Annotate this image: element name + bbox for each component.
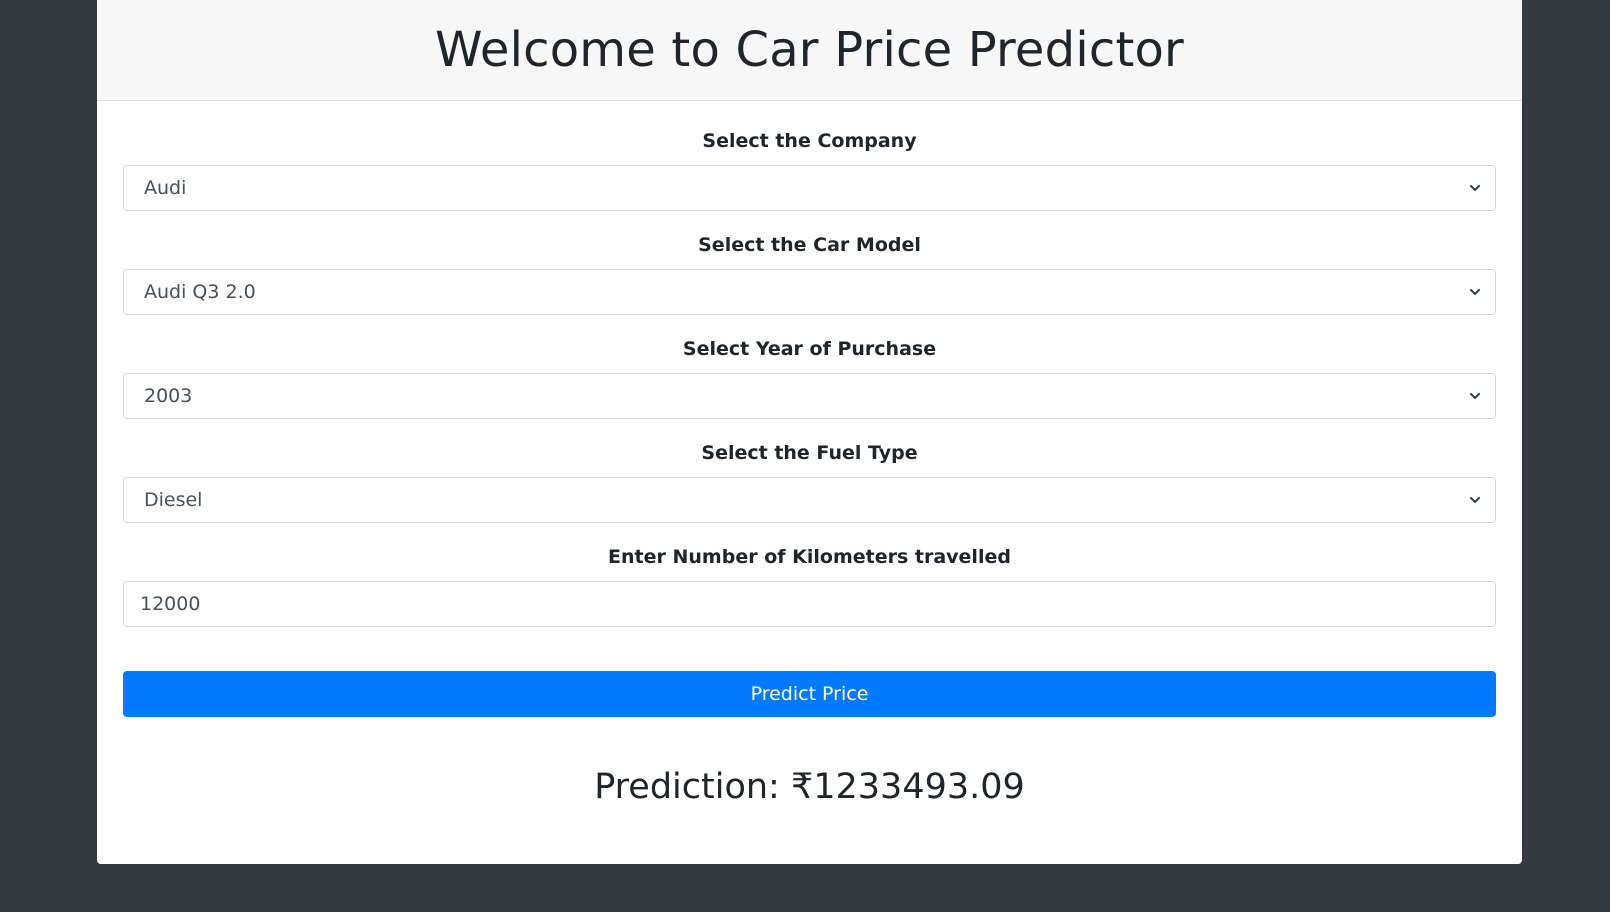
car-model-select-value: Audi Q3 2.0: [144, 281, 256, 303]
year-field: Select Year of Purchase 2003: [123, 315, 1496, 419]
predictor-form: Select the Company Audi Select the Car M…: [97, 101, 1522, 807]
predictor-card: Welcome to Car Price Predictor Select th…: [97, 0, 1522, 864]
prediction-result: Prediction: ₹1233493.09: [594, 767, 1025, 807]
fuel-type-label: Select the Fuel Type: [701, 442, 918, 464]
year-select[interactable]: 2003: [123, 373, 1496, 419]
company-field: Select the Company Audi: [123, 101, 1496, 211]
company-label: Select the Company: [702, 130, 917, 152]
car-model-field: Select the Car Model Audi Q3 2.0: [123, 211, 1496, 315]
year-label: Select Year of Purchase: [682, 338, 937, 360]
chevron-down-icon: [1469, 286, 1481, 298]
chevron-down-icon: [1469, 182, 1481, 194]
year-select-value: 2003: [144, 385, 193, 407]
kilometers-input-value: 12000: [140, 593, 201, 615]
kilometers-input[interactable]: 12000: [123, 581, 1496, 627]
car-model-select[interactable]: Audi Q3 2.0: [123, 269, 1496, 315]
card-header: Welcome to Car Price Predictor: [97, 0, 1522, 101]
page-title: Welcome to Car Price Predictor: [435, 22, 1184, 78]
car-model-label: Select the Car Model: [698, 234, 921, 256]
kilometers-label: Enter Number of Kilometers travelled: [608, 546, 1011, 568]
predict-price-button[interactable]: Predict Price: [123, 671, 1496, 717]
kilometers-field: Enter Number of Kilometers travelled 120…: [123, 523, 1496, 627]
company-select-value: Audi: [144, 177, 187, 199]
fuel-type-select-value: Diesel: [144, 489, 203, 511]
fuel-type-select[interactable]: Diesel: [123, 477, 1496, 523]
chevron-down-icon: [1469, 390, 1481, 402]
chevron-down-icon: [1469, 494, 1481, 506]
fuel-type-field: Select the Fuel Type Diesel: [123, 419, 1496, 523]
company-select[interactable]: Audi: [123, 165, 1496, 211]
